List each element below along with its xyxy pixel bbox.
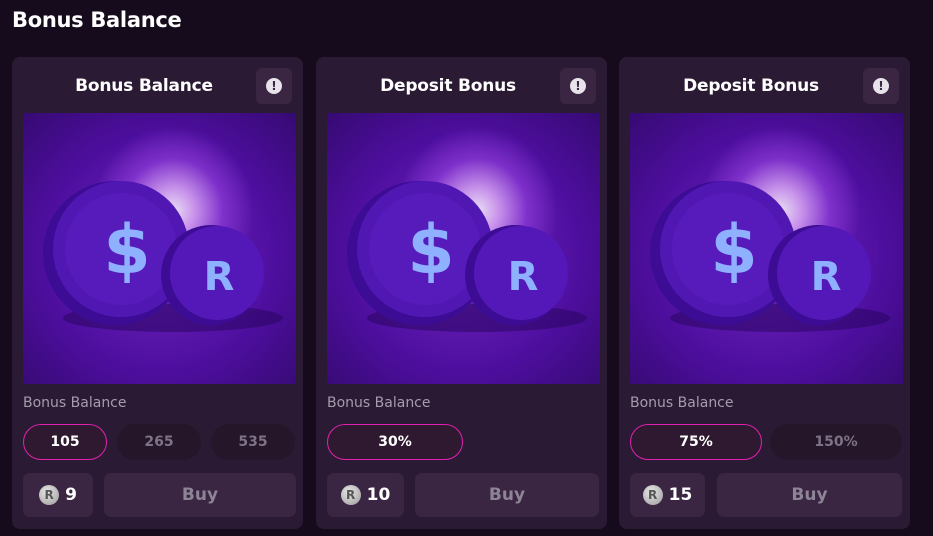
coins-illustration: $ R bbox=[630, 113, 903, 384]
option-535[interactable]: 535 bbox=[211, 424, 295, 460]
buy-button[interactable]: Buy bbox=[415, 473, 599, 517]
r-coin-icon: R bbox=[508, 254, 539, 300]
coins-illustration: $ R bbox=[23, 113, 296, 384]
r-coin-icon: R bbox=[642, 485, 663, 505]
card-title: Deposit Bonus bbox=[380, 76, 516, 96]
bonus-card: Bonus Balance ! $ R Bonus Balance 105 26… bbox=[12, 57, 303, 529]
price-display: R 15 bbox=[630, 473, 705, 517]
option-150-percent[interactable]: 150% bbox=[770, 424, 902, 460]
dollar-coin-icon: $ bbox=[407, 211, 454, 290]
price-value: 9 bbox=[65, 485, 77, 505]
r-coin-icon: R bbox=[204, 254, 235, 300]
option-75-percent[interactable]: 75% bbox=[630, 424, 762, 460]
option-105[interactable]: 105 bbox=[23, 424, 107, 460]
price-display: R 9 bbox=[23, 473, 93, 517]
info-button[interactable]: ! bbox=[863, 68, 899, 104]
r-coin-icon: R bbox=[39, 485, 60, 505]
bonus-cards: Bonus Balance ! $ R Bonus Balance 105 26… bbox=[12, 57, 914, 529]
info-icon: ! bbox=[873, 78, 889, 94]
coins-illustration: $ R bbox=[327, 113, 600, 384]
info-button[interactable]: ! bbox=[560, 68, 596, 104]
bonus-balance-label: Bonus Balance bbox=[630, 395, 734, 411]
dollar-coin-icon: $ bbox=[103, 211, 150, 290]
info-button[interactable]: ! bbox=[256, 68, 292, 104]
bonus-balance-label: Bonus Balance bbox=[23, 395, 127, 411]
bonus-balance-label: Bonus Balance bbox=[327, 395, 431, 411]
bonus-card: Deposit Bonus ! $ R Bonus Balance 30% R … bbox=[316, 57, 607, 529]
card-title: Deposit Bonus bbox=[683, 76, 819, 96]
price-value: 10 bbox=[366, 485, 391, 505]
buy-button[interactable]: Buy bbox=[717, 473, 902, 517]
price-value: 15 bbox=[668, 485, 693, 505]
dollar-coin-icon: $ bbox=[710, 211, 757, 290]
page-title: Bonus Balance bbox=[12, 8, 182, 32]
price-display: R 10 bbox=[327, 473, 404, 517]
info-icon: ! bbox=[266, 78, 282, 94]
card-title: Bonus Balance bbox=[75, 76, 213, 96]
r-coin-icon: R bbox=[811, 254, 842, 300]
info-icon: ! bbox=[570, 78, 586, 94]
option-265[interactable]: 265 bbox=[117, 424, 201, 460]
bonus-card: Deposit Bonus ! $ R Bonus Balance 75% 15… bbox=[619, 57, 910, 529]
option-30-percent[interactable]: 30% bbox=[327, 424, 463, 460]
buy-button[interactable]: Buy bbox=[104, 473, 296, 517]
r-coin-icon: R bbox=[340, 485, 361, 505]
